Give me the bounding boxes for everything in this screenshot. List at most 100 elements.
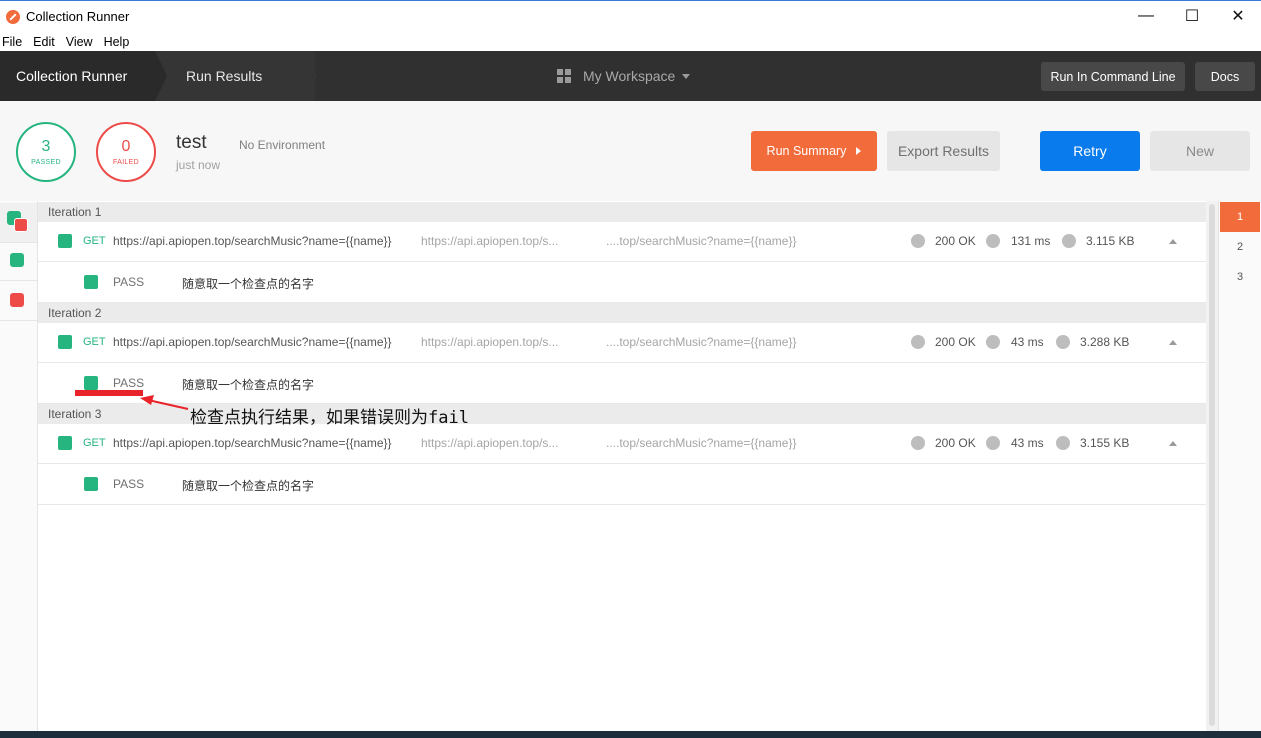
status-dot-icon (911, 335, 925, 349)
pass-square-icon (58, 234, 72, 248)
menu-file[interactable]: File (0, 35, 25, 49)
passed-label: PASSED (31, 159, 61, 166)
page-1[interactable]: 1 (1220, 202, 1260, 232)
run-name: test (176, 132, 207, 153)
run-summary-button[interactable]: Run Summary (751, 131, 877, 171)
pass-square-icon (58, 335, 72, 349)
window-titlebar: Collection Runner — ☐ ✕ (0, 0, 1261, 32)
workspace-grid-icon (557, 69, 571, 83)
test-result-row: PASS 随意取一个检查点的名字 (38, 464, 1206, 505)
size-dot-icon (1056, 436, 1070, 450)
time-dot-icon (986, 436, 1000, 450)
menu-bar: File Edit View Help (0, 32, 1261, 51)
taskbar-edge (0, 731, 1261, 738)
response-size: 3.155 KB (1080, 436, 1130, 450)
close-button[interactable]: ✕ (1215, 1, 1261, 31)
export-results-button[interactable]: Export Results (887, 131, 1000, 171)
test-status: PASS (113, 275, 145, 289)
filter-passed[interactable] (0, 241, 37, 281)
passed-counter: 3 PASSED (16, 122, 76, 182)
failed-label: FAILED (113, 159, 139, 166)
fail-square-icon (10, 293, 24, 307)
time-dot-icon (986, 335, 1000, 349)
breadcrumb-separator (155, 51, 167, 101)
request-url-tail: ....top/searchMusic?name={{name}} (606, 234, 797, 248)
request-url: https://api.apiopen.top/searchMusic?name… (113, 335, 392, 349)
chevron-up-icon[interactable] (1169, 340, 1177, 345)
result-filter-rail (0, 201, 38, 731)
iteration-pager: 1 2 3 (1218, 201, 1261, 731)
menu-view[interactable]: View (64, 35, 96, 49)
breadcrumb-run-results-label: Run Results (186, 68, 263, 84)
run-time: just now (176, 158, 221, 172)
size-dot-icon (1056, 335, 1070, 349)
request-row[interactable]: GET https://api.apiopen.top/searchMusic?… (38, 323, 1206, 363)
minimize-button[interactable]: — (1123, 1, 1169, 31)
response-time: 43 ms (1011, 335, 1044, 349)
pass-square-icon (84, 376, 98, 390)
test-status: PASS (113, 376, 145, 390)
iteration-header: Iteration 1 (38, 202, 1206, 222)
pass-square-icon (58, 436, 72, 450)
test-name: 随意取一个检查点的名字 (182, 378, 315, 392)
test-status: PASS (113, 477, 145, 491)
failed-count: 0 (121, 138, 131, 155)
response-status: 200 OK (935, 335, 976, 349)
passed-count: 3 (41, 138, 51, 155)
fail-square-icon (14, 218, 28, 232)
run-in-command-line-button[interactable]: Run In Command Line (1041, 62, 1185, 91)
request-url-resolved: https://api.apiopen.top/s... (421, 234, 559, 248)
request-method: GET (83, 235, 106, 247)
page-3[interactable]: 3 (1220, 262, 1260, 292)
size-dot-icon (1062, 234, 1076, 248)
request-method: GET (83, 336, 106, 348)
response-time: 131 ms (1011, 234, 1051, 248)
request-row[interactable]: GET https://api.apiopen.top/searchMusic?… (38, 222, 1206, 262)
pass-square-icon (84, 477, 98, 491)
time-dot-icon (986, 234, 1000, 248)
pass-square-icon (84, 275, 98, 289)
request-method: GET (83, 437, 106, 449)
breadcrumb-collection-runner[interactable]: Collection Runner (0, 51, 155, 101)
status-dot-icon (911, 436, 925, 450)
breadcrumb-run-results[interactable]: Run Results (155, 51, 315, 101)
response-status: 200 OK (935, 234, 976, 248)
maximize-button[interactable]: ☐ (1169, 1, 1215, 31)
run-environment: No Environment (239, 138, 326, 152)
page-2[interactable]: 2 (1220, 232, 1260, 262)
annotation-underline (75, 390, 143, 396)
retry-button[interactable]: Retry (1040, 131, 1140, 171)
test-result-row: PASS 随意取一个检查点的名字 (38, 363, 1206, 404)
chevron-down-icon (682, 73, 691, 79)
filter-failed[interactable] (0, 281, 37, 321)
request-row[interactable]: GET https://api.apiopen.top/searchMusic?… (38, 424, 1206, 464)
request-url: https://api.apiopen.top/searchMusic?name… (113, 436, 392, 450)
run-summary-bar: 3 PASSED 0 FAILED test No Environment ju… (0, 101, 1261, 201)
menu-edit[interactable]: Edit (31, 35, 58, 49)
failed-counter: 0 FAILED (96, 122, 156, 182)
response-size: 3.288 KB (1080, 335, 1130, 349)
workspace-name: My Workspace (583, 68, 676, 84)
test-name: 随意取一个检查点的名字 (182, 479, 315, 493)
response-time: 43 ms (1011, 436, 1044, 450)
iteration-header: Iteration 2 (38, 303, 1206, 323)
test-result-row: PASS 随意取一个检查点的名字 (38, 262, 1206, 303)
results-list: Iteration 1 GET https://api.apiopen.top/… (38, 201, 1206, 731)
request-url-tail: ....top/searchMusic?name={{name}} (606, 436, 797, 450)
request-url-tail: ....top/searchMusic?name={{name}} (606, 335, 797, 349)
breadcrumb-collection-runner-label: Collection Runner (16, 68, 128, 84)
annotation-text: 检查点执行结果，如果错误则为fail (190, 408, 469, 428)
chevron-up-icon[interactable] (1169, 239, 1177, 244)
request-url-resolved: https://api.apiopen.top/s... (421, 436, 559, 450)
results-scrollbar-thumb[interactable] (1209, 204, 1215, 726)
new-button[interactable]: New (1150, 131, 1250, 171)
chevron-up-icon[interactable] (1169, 441, 1177, 446)
menu-help[interactable]: Help (102, 35, 133, 49)
pass-square-icon (10, 253, 24, 267)
chevron-right-icon (856, 147, 862, 155)
filter-all[interactable] (0, 203, 37, 243)
docs-button[interactable]: Docs (1195, 62, 1255, 91)
test-name: 随意取一个检查点的名字 (182, 277, 315, 291)
workspace-switcher[interactable]: My Workspace (557, 51, 691, 101)
response-status: 200 OK (935, 436, 976, 450)
